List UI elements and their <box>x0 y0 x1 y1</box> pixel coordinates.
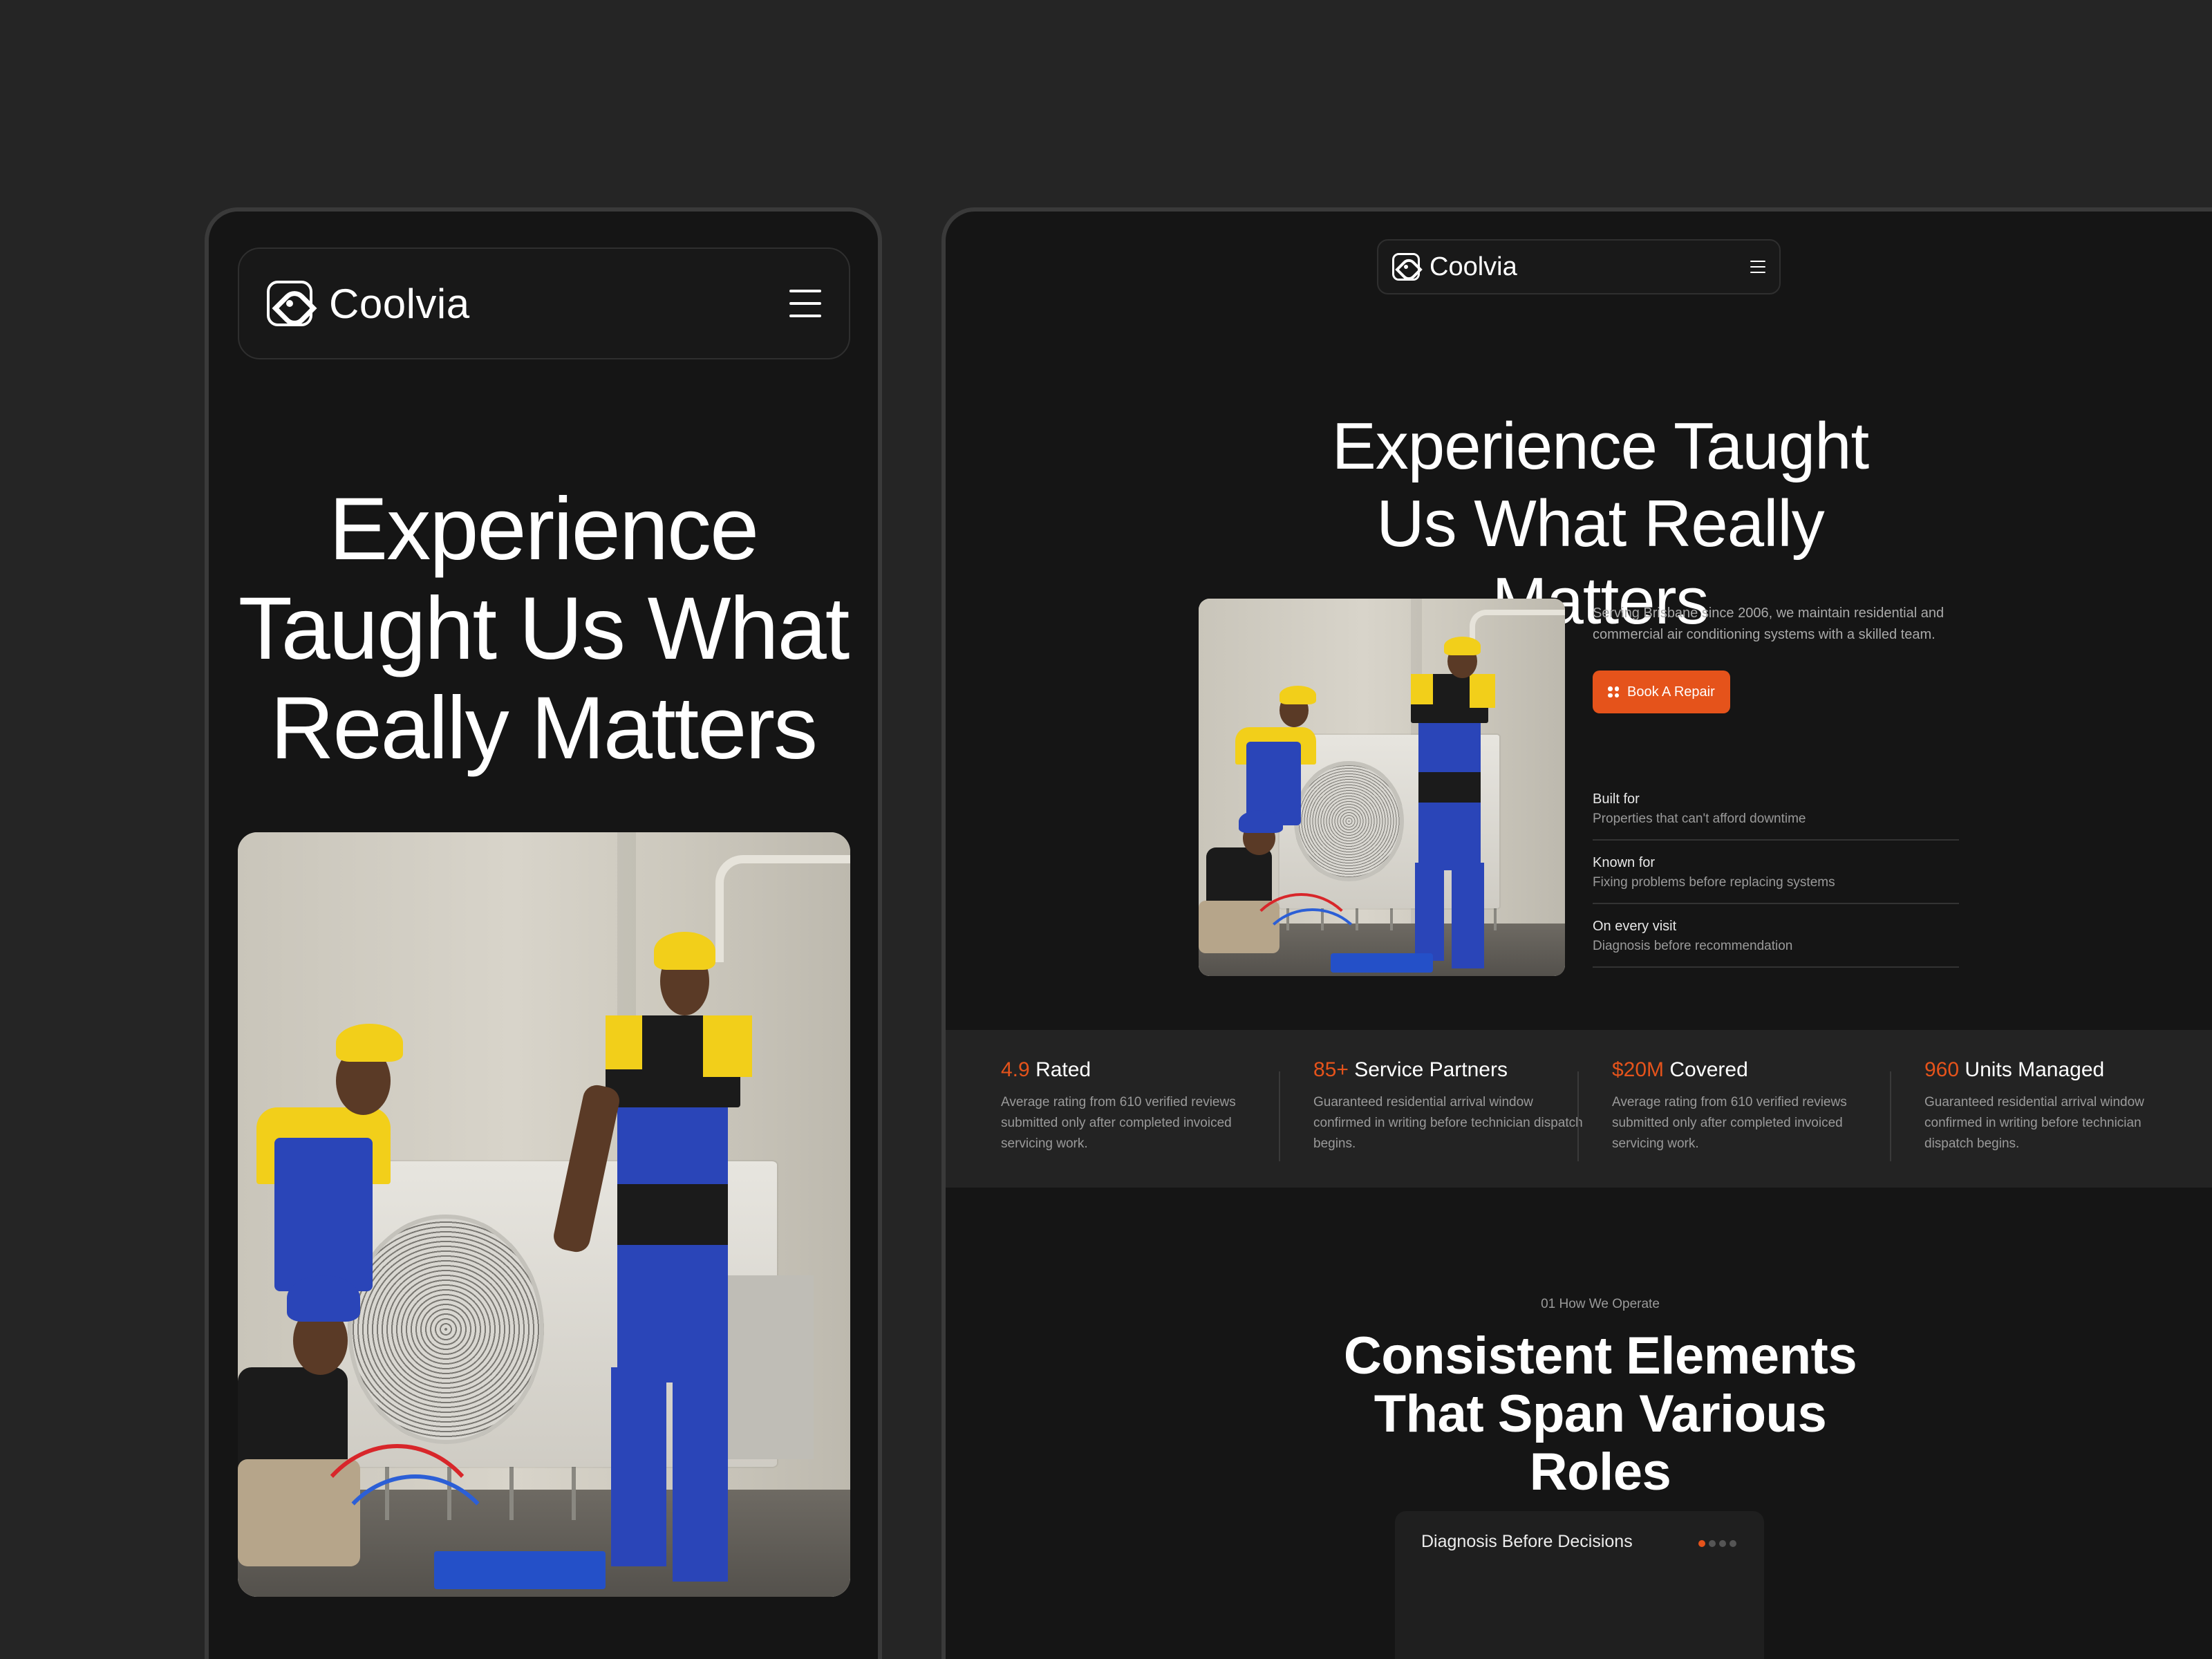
stat-label: Covered <box>1669 1058 1748 1081</box>
hamburger-menu-icon[interactable] <box>1750 261 1765 273</box>
stat-text: Average rating from 610 verified reviews… <box>1001 1095 1236 1151</box>
stat-value: 85+ <box>1313 1058 1349 1081</box>
stat-item: 4.9 Rated Average rating from 610 verifi… <box>1001 1058 1313 1188</box>
section-title: Consistent Elements That Span Various Ro… <box>1343 1327 1857 1501</box>
card-title: Diagnosis Before Decisions <box>1421 1532 1633 1551</box>
fact-label: Built for <box>1593 791 1640 807</box>
book-repair-label: Book A Repair <box>1627 684 1715 700</box>
stat-value: 960 <box>1924 1058 1960 1081</box>
carousel-dot[interactable] <box>1709 1540 1716 1547</box>
stat-divider <box>1577 1071 1579 1161</box>
stat-value: 4.9 <box>1001 1058 1030 1081</box>
carousel-dot[interactable] <box>1698 1540 1705 1547</box>
mobile-preview: Coolvia Experience Taught Us What Really… <box>205 207 882 1659</box>
stat-label: Service Partners <box>1354 1058 1508 1081</box>
carousel-dots <box>1698 1540 1736 1547</box>
fact-text: Fixing problems before replacing systems <box>1593 875 1835 890</box>
operate-card[interactable]: Diagnosis Before Decisions <box>1395 1511 1764 1659</box>
carousel-dot[interactable] <box>1730 1540 1736 1547</box>
carousel-dot[interactable] <box>1719 1540 1726 1547</box>
fan-logo-icon[interactable] <box>267 281 312 326</box>
hero-photo-technicians <box>1199 599 1565 976</box>
fact-label: Known for <box>1593 855 1656 870</box>
tablet-preview: Coolvia Experience Taught Us What Really… <box>941 207 2212 1659</box>
fact-item: On every visit Diagnosis before recommen… <box>1593 904 1959 968</box>
stat-label: Rated <box>1035 1058 1091 1081</box>
stat-text: Guaranteed residential arrival window co… <box>1924 1095 2144 1151</box>
fact-item: Built for Properties that can't afford d… <box>1593 789 1959 841</box>
stat-item: 960 Units Managed Guaranteed residential… <box>1890 1058 2173 1188</box>
fact-item: Known for Fixing problems before replaci… <box>1593 841 1959 904</box>
stat-divider <box>1279 1071 1280 1161</box>
fact-label: On every visit <box>1593 919 1677 934</box>
fact-text: Diagnosis before recommendation <box>1593 939 1793 953</box>
stat-value: $20M <box>1612 1058 1665 1081</box>
hero-title: Experience Taught Us What Really Matters <box>1331 409 1869 638</box>
hamburger-menu-icon[interactable] <box>789 290 821 317</box>
hero-description: Serving Brisbane since 2006, we maintain… <box>1593 606 1944 642</box>
hero-title: Experience Taught Us What Really Matters <box>238 480 850 778</box>
stat-divider <box>1890 1071 1891 1161</box>
grid-dots-icon <box>1608 686 1619 697</box>
fan-logo-icon[interactable] <box>1392 253 1420 281</box>
stat-label: Units Managed <box>1965 1058 2105 1081</box>
fact-text: Properties that can't afford downtime <box>1593 812 1806 826</box>
stats-bar: 4.9 Rated Average rating from 610 verifi… <box>946 1030 2212 1188</box>
stat-item: 85+ Service Partners Guaranteed resident… <box>1279 1058 1612 1188</box>
brand-name[interactable]: Coolvia <box>1430 252 1517 282</box>
book-repair-button[interactable]: Book A Repair <box>1593 671 1730 713</box>
hero-facts-list: Built for Properties that can't afford d… <box>1593 789 1959 968</box>
brand-name[interactable]: Coolvia <box>329 280 470 328</box>
section-kicker: 01 How We Operate <box>1541 1297 1660 1311</box>
stat-item: $20M Covered Average rating from 610 ver… <box>1577 1058 1924 1188</box>
mobile-navbar: Coolvia <box>238 247 850 359</box>
tablet-navbar: Coolvia <box>1377 239 1781 294</box>
stat-text: Guaranteed residential arrival window co… <box>1313 1095 1583 1151</box>
stat-text: Average rating from 610 verified reviews… <box>1612 1095 1847 1151</box>
hero-photo-technicians <box>238 832 850 1597</box>
